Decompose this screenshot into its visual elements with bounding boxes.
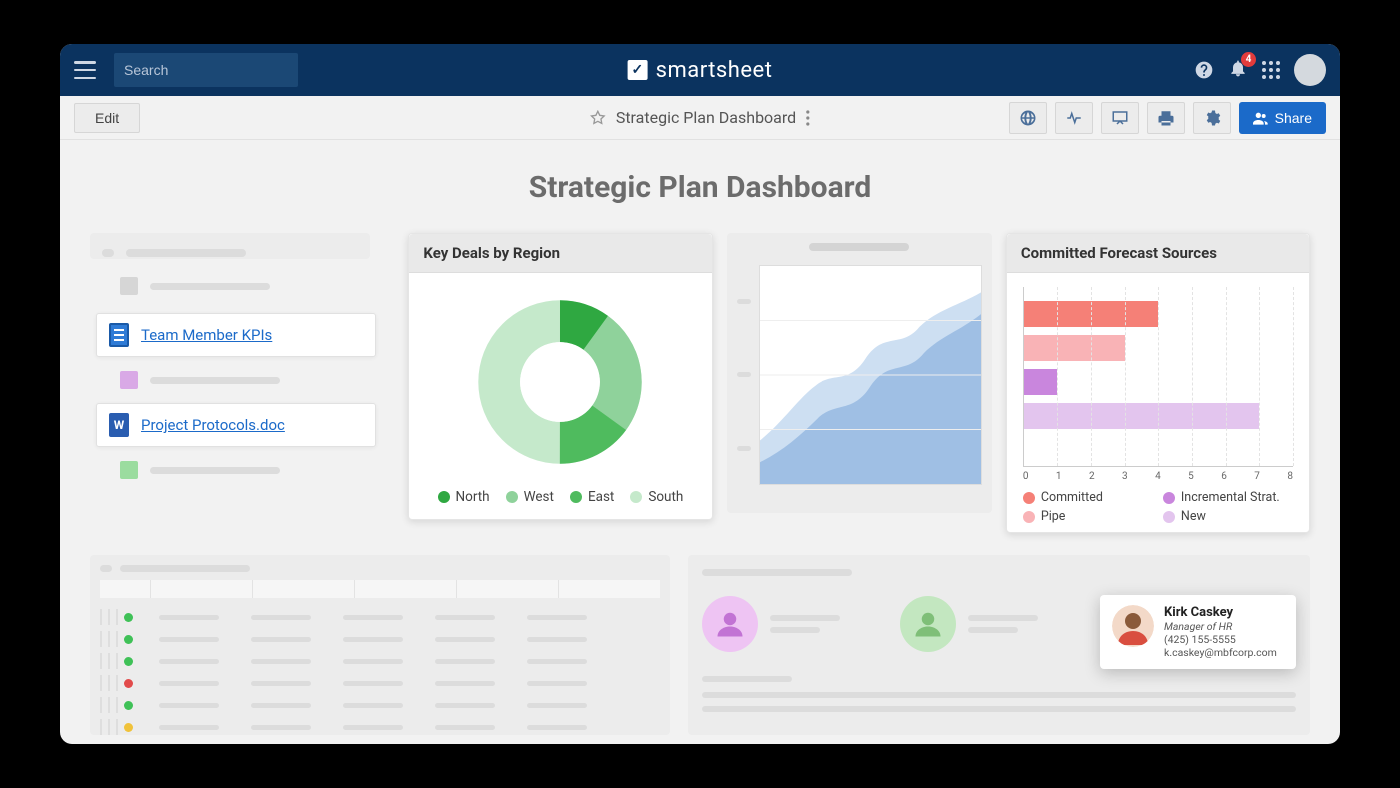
contact-card[interactable]: Kirk Caskey Manager of HR (425) 155-5555… — [1100, 595, 1296, 669]
share-button[interactable]: Share — [1239, 102, 1326, 134]
donut-legend: North West East South — [438, 489, 684, 505]
doc-title: Strategic Plan Dashboard — [616, 108, 796, 127]
table-row — [100, 716, 660, 738]
left-panel: Team Member KPIs W Project Protocols.doc — [90, 233, 384, 479]
bar-chart — [1023, 287, 1293, 467]
table-row — [100, 628, 660, 650]
edit-button[interactable]: Edit — [74, 103, 140, 133]
toolbar: Edit Strategic Plan Dashboard Share — [60, 96, 1340, 140]
app-frame: ✓ smartsheet 4 Edit Strategic Plan Dashb… — [60, 44, 1340, 744]
contact-title: Manager of HR — [1164, 620, 1277, 633]
list-item-label: Project Protocols.doc — [141, 416, 285, 434]
list-item-protocols[interactable]: W Project Protocols.doc — [96, 403, 376, 447]
contact-avatar — [1112, 605, 1154, 647]
activity-icon — [1065, 109, 1083, 127]
mini-table — [100, 606, 660, 738]
area-chart — [759, 265, 982, 485]
presentation-icon — [1111, 109, 1129, 127]
donut-chart — [465, 287, 655, 477]
apps-icon[interactable] — [1262, 61, 1280, 79]
contact-email: k.caskey@mbfcorp.com — [1164, 646, 1277, 659]
contact-name: Kirk Caskey — [1164, 605, 1277, 620]
bar-pipe — [1024, 335, 1125, 361]
word-doc-icon: W — [109, 413, 129, 437]
dashboard-canvas: Strategic Plan Dashboard — [60, 140, 1340, 744]
list-item-kpis[interactable]: Team Member KPIs — [96, 313, 376, 357]
help-icon[interactable] — [1194, 60, 1214, 80]
people-widget-placeholder: Kirk Caskey Manager of HR (425) 155-5555… — [688, 555, 1310, 735]
person-avatar-placeholder — [900, 596, 956, 652]
print-button[interactable] — [1147, 102, 1185, 134]
bar-new — [1024, 403, 1260, 429]
activity-button[interactable] — [1055, 102, 1093, 134]
placeholder-header — [90, 233, 370, 259]
notifications-badge: 4 — [1241, 52, 1256, 67]
table-row — [100, 694, 660, 716]
bar-incremental — [1024, 369, 1058, 395]
grid-widget-placeholder — [90, 555, 670, 735]
sheet-icon — [109, 323, 129, 347]
more-vertical-icon[interactable] — [806, 110, 810, 126]
page-title: Strategic Plan Dashboard — [90, 170, 1310, 205]
settings-button[interactable] — [1193, 102, 1231, 134]
placeholder-item — [90, 371, 384, 389]
bar-widget: Committed Forecast Sources 012345678 — [1006, 233, 1310, 533]
list-item-label: Team Member KPIs — [141, 326, 272, 344]
top-nav: ✓ smartsheet 4 — [60, 44, 1340, 96]
globe-icon — [1019, 109, 1037, 127]
widget-title: Committed Forecast Sources — [1007, 234, 1309, 273]
star-icon[interactable] — [590, 110, 606, 126]
donut-widget: Key Deals by Region North — [408, 233, 712, 520]
avatar[interactable] — [1294, 54, 1326, 86]
placeholder-item — [90, 461, 384, 479]
bar-x-axis: 012345678 — [1023, 471, 1293, 482]
bar-legend: Committed Incremental Strat. Pipe New — [1019, 490, 1297, 524]
table-row — [100, 606, 660, 628]
widget-title: Key Deals by Region — [409, 234, 711, 273]
notifications-button[interactable]: 4 — [1228, 58, 1248, 82]
search-input[interactable] — [124, 62, 305, 78]
brand-mark-icon: ✓ — [628, 60, 648, 80]
gear-icon — [1203, 109, 1221, 127]
publish-button[interactable] — [1009, 102, 1047, 134]
search-wrap — [114, 53, 298, 87]
person-avatar-placeholder — [702, 596, 758, 652]
table-row — [100, 672, 660, 694]
contact-phone: (425) 155-5555 — [1164, 633, 1277, 646]
table-row — [100, 650, 660, 672]
present-button[interactable] — [1101, 102, 1139, 134]
brand: ✓ smartsheet — [628, 58, 773, 83]
brand-text: smartsheet — [656, 58, 773, 83]
people-icon — [1253, 111, 1269, 125]
area-widget-placeholder — [727, 233, 992, 513]
doc-title-wrap: Strategic Plan Dashboard — [590, 108, 810, 127]
menu-icon[interactable] — [74, 61, 96, 79]
printer-icon — [1157, 109, 1175, 127]
placeholder-item — [90, 277, 384, 295]
